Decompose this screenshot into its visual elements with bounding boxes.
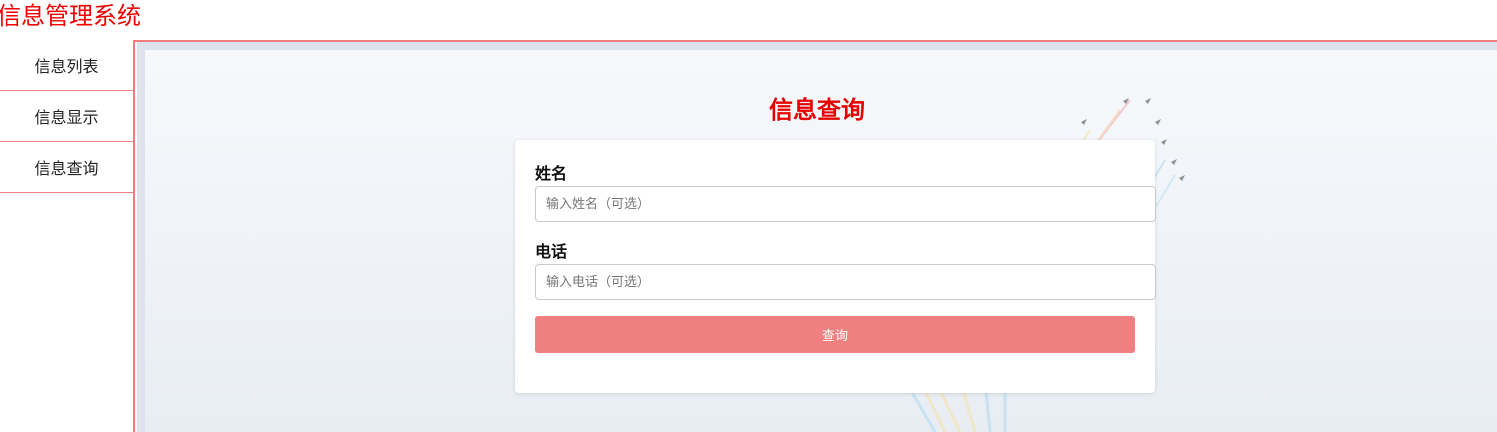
query-form: 姓名 电话 查询 — [515, 140, 1156, 393]
main-content: 信息查询 姓名 电话 查询 — [137, 42, 1497, 432]
sidebar: 信息列表 信息显示 信息查询 — [0, 40, 135, 432]
name-input[interactable] — [535, 186, 1156, 222]
sidebar-item-info-query[interactable]: 信息查询 — [0, 142, 133, 193]
sidebar-item-label: 信息显示 — [34, 108, 99, 127]
name-field-label: 姓名 — [535, 164, 568, 183]
phone-field-label: 电话 — [535, 242, 568, 261]
app-title: 信息管理系统 — [0, 2, 141, 30]
page-title: 信息查询 — [769, 96, 865, 124]
sidebar-item-label: 信息查询 — [34, 159, 99, 178]
sidebar-item-info-display[interactable]: 信息显示 — [0, 91, 133, 142]
phone-input[interactable] — [535, 264, 1156, 300]
sidebar-item-label: 信息列表 — [34, 57, 99, 76]
query-button[interactable]: 查询 — [535, 316, 1135, 353]
sidebar-item-info-list[interactable]: 信息列表 — [0, 40, 133, 91]
